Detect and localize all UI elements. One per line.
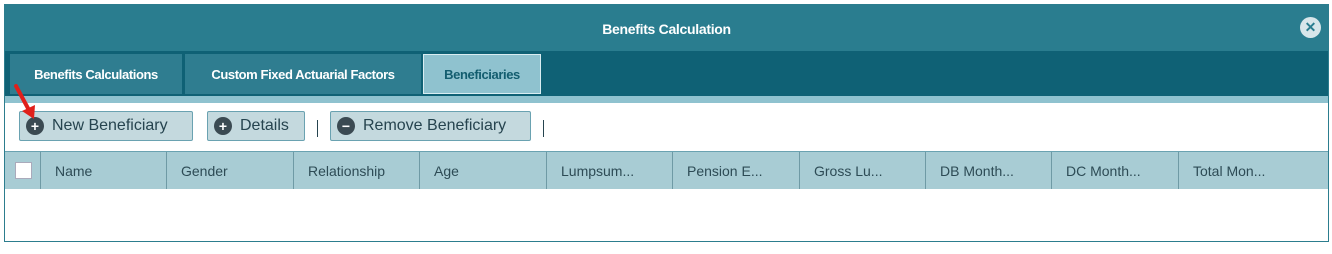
- select-all-column: [5, 152, 41, 190]
- dialog-title: Benefits Calculation: [602, 21, 731, 37]
- details-label: Details: [240, 117, 289, 134]
- column-header-total-monthly[interactable]: Total Mon...: [1179, 152, 1328, 190]
- column-header-relationship[interactable]: Relationship: [294, 152, 420, 190]
- column-header-gender[interactable]: Gender: [167, 152, 294, 190]
- tab-strip: Benefits Calculations Custom Fixed Actua…: [5, 51, 1328, 96]
- remove-beneficiary-button[interactable]: − Remove Beneficiary: [330, 111, 531, 141]
- details-button[interactable]: + Details: [207, 111, 305, 141]
- tab-beneficiaries[interactable]: Beneficiaries: [423, 54, 541, 94]
- remove-beneficiary-label: Remove Beneficiary: [363, 117, 507, 134]
- table-header: Name Gender Relationship Age Lumpsum... …: [5, 151, 1328, 190]
- tab-custom-fixed-actuarial-factors[interactable]: Custom Fixed Actuarial Factors: [185, 54, 421, 94]
- column-header-db-monthly[interactable]: DB Month...: [926, 152, 1052, 190]
- column-header-name[interactable]: Name: [41, 152, 167, 190]
- dialog-titlebar: Benefits Calculation ✕: [5, 5, 1328, 51]
- table-body: [5, 189, 1328, 241]
- new-beneficiary-label: New Beneficiary: [52, 117, 168, 134]
- column-header-age[interactable]: Age: [420, 152, 547, 190]
- close-icon[interactable]: ✕: [1300, 17, 1321, 38]
- tab-underline: [5, 96, 1328, 103]
- toolbar: + New Beneficiary + Details − Remove Ben…: [5, 103, 1328, 151]
- annotation-arrow-icon: [14, 84, 35, 119]
- column-header-dc-monthly[interactable]: DC Month...: [1052, 152, 1179, 190]
- toolbar-separator: [317, 120, 318, 137]
- plus-icon: +: [214, 117, 232, 135]
- minus-icon: −: [337, 117, 355, 135]
- benefits-calculation-dialog: Benefits Calculation ✕ Benefits Calculat…: [4, 4, 1329, 242]
- column-header-lumpsum[interactable]: Lumpsum...: [547, 152, 673, 190]
- column-header-gross-lumpsum[interactable]: Gross Lu...: [800, 152, 926, 190]
- select-all-checkbox[interactable]: [15, 162, 32, 179]
- new-beneficiary-button[interactable]: + New Beneficiary: [19, 111, 193, 141]
- column-header-pension[interactable]: Pension E...: [673, 152, 800, 190]
- toolbar-separator: [543, 120, 544, 137]
